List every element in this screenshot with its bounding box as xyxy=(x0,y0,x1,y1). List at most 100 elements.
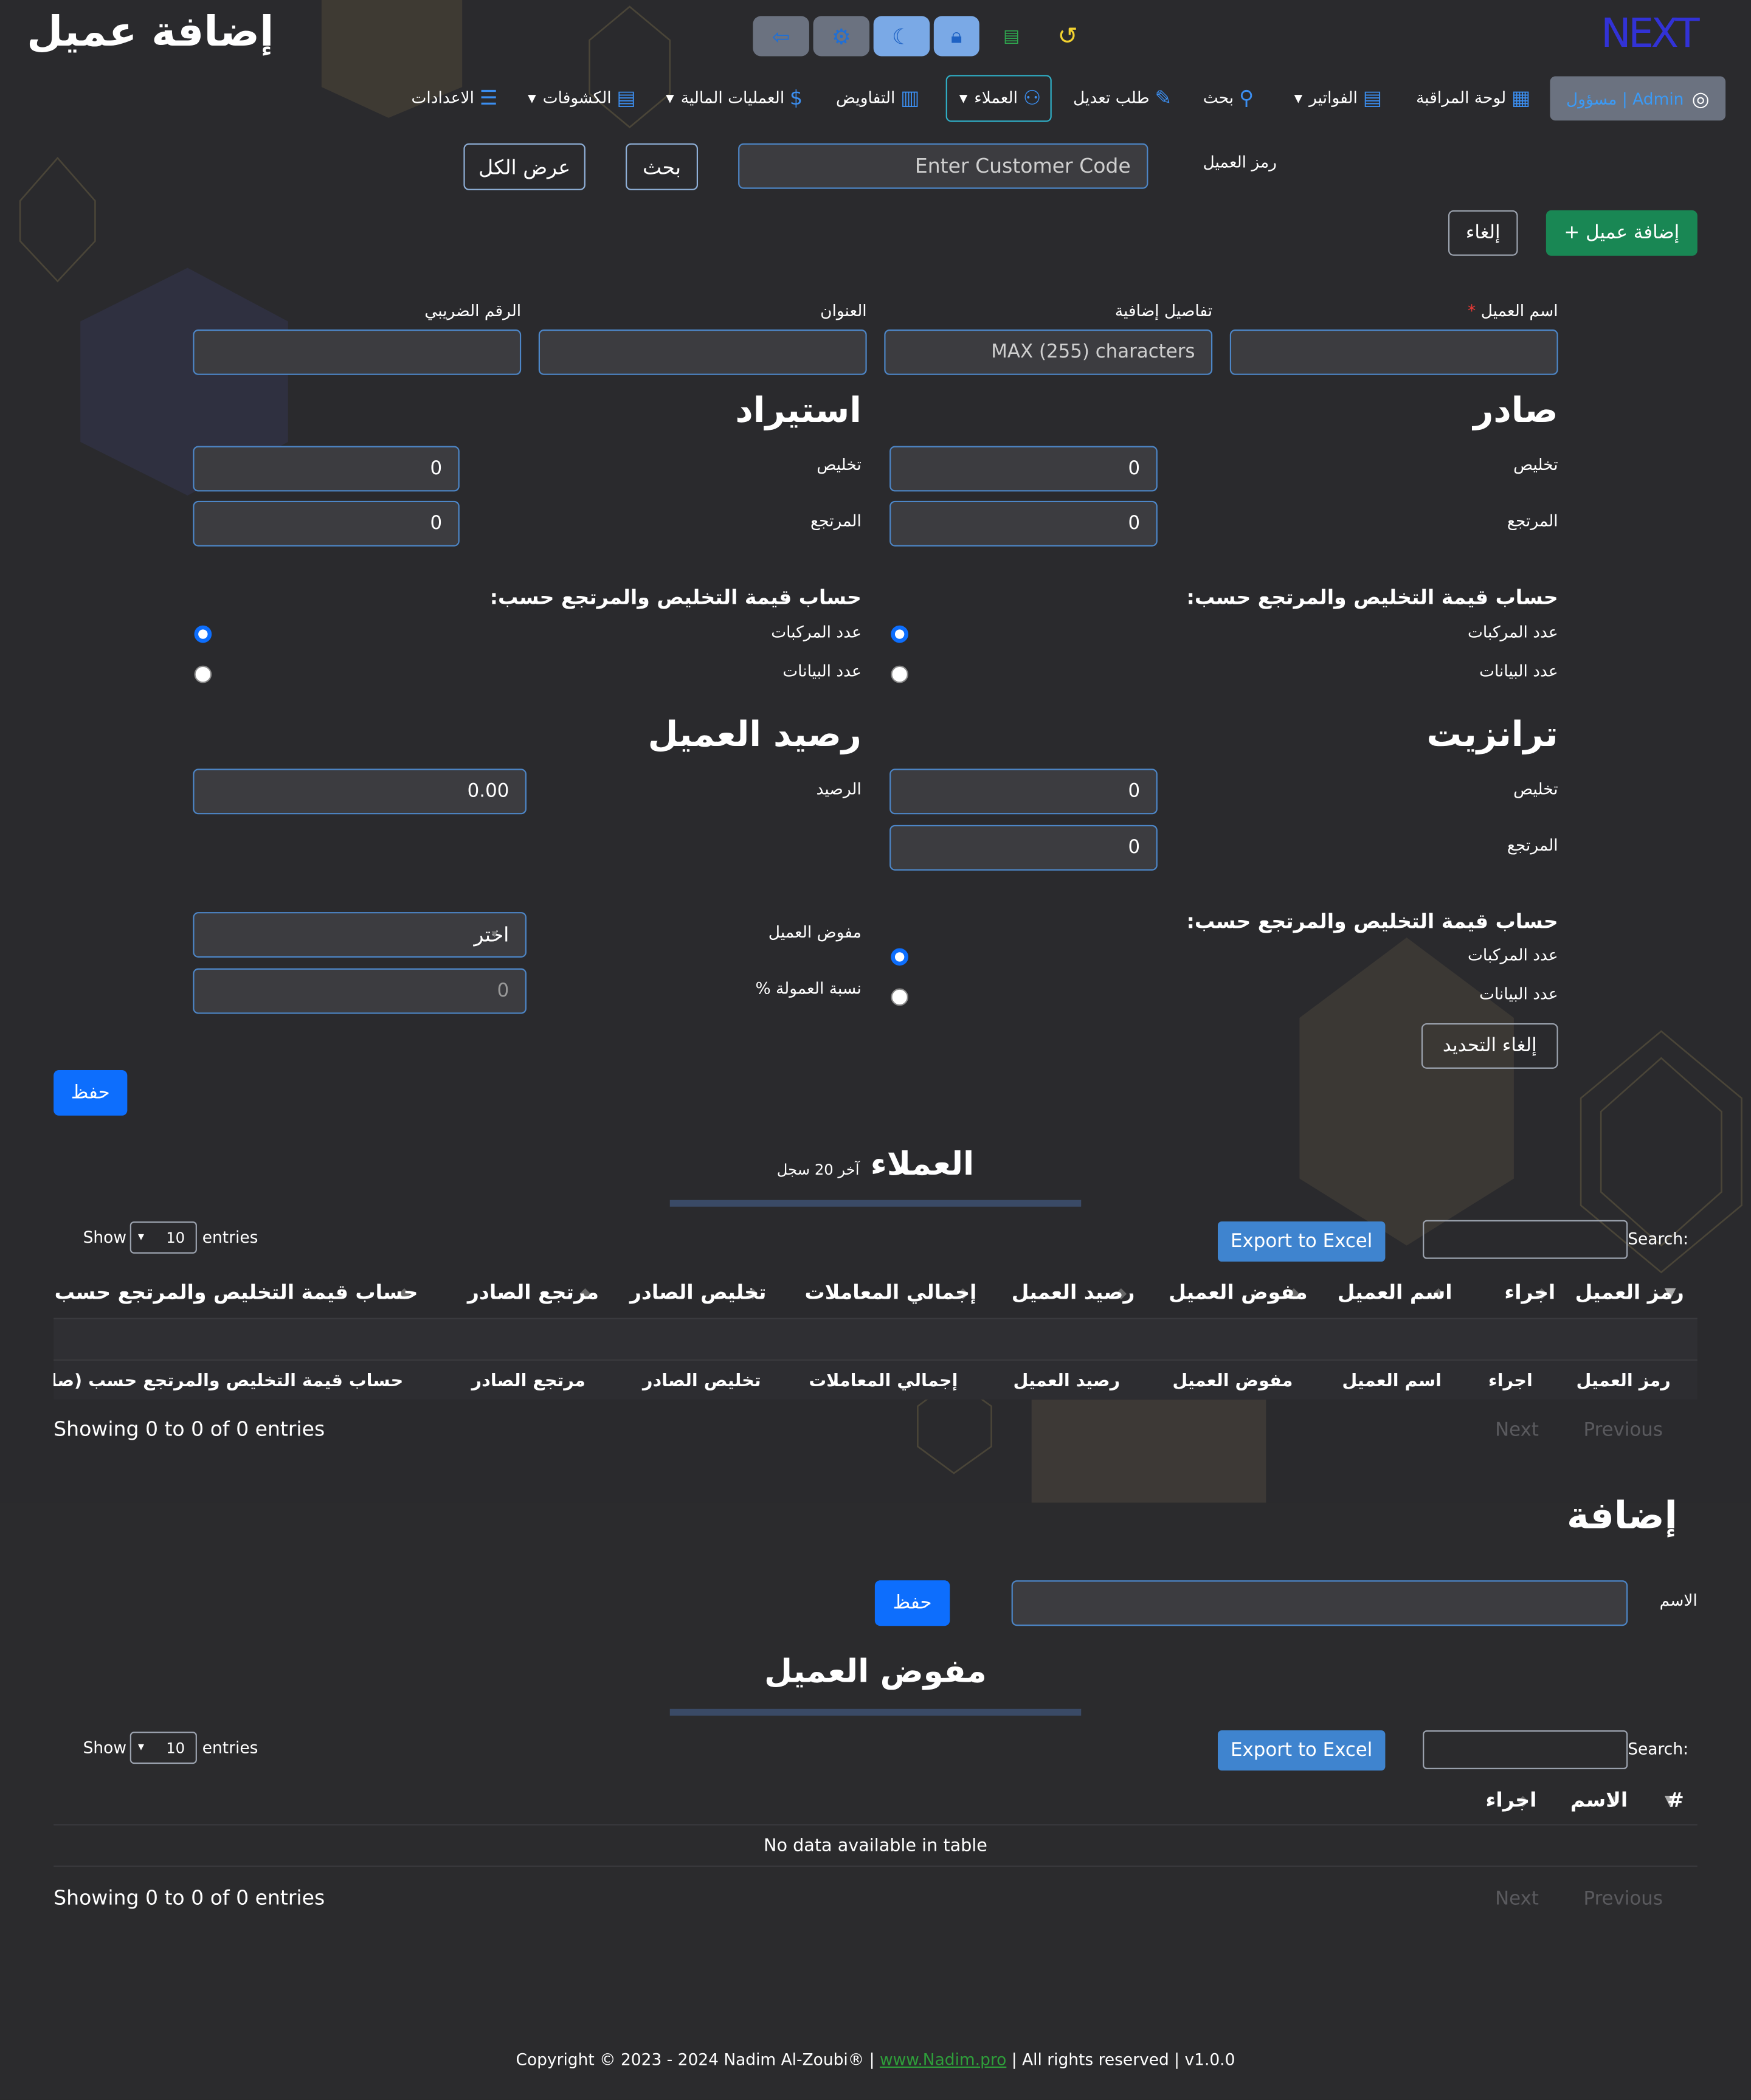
export-excel-button[interactable]: Export to Excel xyxy=(1217,1221,1386,1262)
add-customer-button[interactable]: + إضافة عميل xyxy=(1546,210,1697,256)
nav-label: الفواتير xyxy=(1309,88,1358,108)
table-info: Showing 0 to 0 of 0 entries xyxy=(54,1417,325,1442)
col-header-text: اجراء xyxy=(1485,1787,1537,1812)
search-button[interactable]: بحث xyxy=(626,143,699,190)
logout-icon[interactable]: ⇦ xyxy=(753,16,809,57)
next-button[interactable]: Next xyxy=(1495,1888,1539,1910)
commission-input[interactable]: 0 xyxy=(193,968,527,1014)
view-all-button[interactable]: عرض الكل xyxy=(463,143,585,190)
delegate-select[interactable]: اختر ▾ xyxy=(193,912,527,958)
import-by-vehicles-label: عدد المركبات xyxy=(771,623,862,642)
entries-label: entries xyxy=(202,1228,258,1247)
nav-item-customers[interactable]: ⚇ العملاء ▼ xyxy=(959,77,1041,119)
footer-col: رصيد العميل xyxy=(1013,1370,1121,1391)
lock-icon[interactable]: 🔒︎ xyxy=(933,16,979,57)
chevron-down-icon: ▾ xyxy=(137,1231,144,1245)
col-header-text: الاسم xyxy=(1570,1787,1628,1812)
export-by-declarations-label: عدد البيانات xyxy=(1479,661,1558,681)
details-input[interactable]: MAX (255) characters xyxy=(884,329,1213,375)
save-button[interactable]: حفظ xyxy=(54,1070,128,1116)
export-by-vehicles-radio[interactable] xyxy=(891,625,908,643)
entries-label: entries xyxy=(202,1738,258,1758)
export-clearance-input[interactable]: 0 xyxy=(889,446,1158,492)
import-by-declarations-radio[interactable] xyxy=(194,665,212,683)
footer-col: تخليص الصادر xyxy=(642,1370,761,1391)
empty-row xyxy=(54,1318,1697,1359)
col-header-text: حساب قيمة التخليص والمرتجع حسب (صادر) xyxy=(54,1280,418,1305)
col-header-text: تخليص الصادر xyxy=(629,1280,767,1305)
admin-user-menu[interactable]: ◎ Admin | مسؤول xyxy=(1550,76,1726,121)
nav-item-search[interactable]: ⚲ بحث xyxy=(1203,77,1254,119)
customers-table-header: ▼ رمز العميل ◆ اجراء ◆ اسم العميل ◆ مفوض الع… xyxy=(54,1267,1697,1318)
cancel-button[interactable]: إلغاء xyxy=(1448,210,1518,256)
footer-link[interactable]: www.Nadim.pro xyxy=(880,2050,1006,2069)
invoice-icon: ▤ xyxy=(1362,85,1382,110)
nav-item-dashboard[interactable]: ▦ لوحة المراقبة xyxy=(1416,77,1530,119)
tax-number-input[interactable] xyxy=(193,329,522,375)
csv-icon[interactable]: ▤ xyxy=(992,16,1032,56)
next-button[interactable]: Next xyxy=(1495,1420,1539,1441)
moon-icon[interactable]: ☾ xyxy=(873,16,930,57)
transit-return-input[interactable]: 0 xyxy=(889,824,1158,871)
translate-icon[interactable]: ⚙ xyxy=(813,16,870,57)
show-label: Show xyxy=(83,1228,126,1247)
nav-item-edit-request[interactable]: ✎ طلب تعديل xyxy=(1073,77,1172,119)
history-icon[interactable]: ↺ xyxy=(1048,16,1088,56)
balance-input[interactable]: 0.00 xyxy=(193,769,527,815)
address-label: العنوان xyxy=(820,301,867,320)
delegate-label: مفوض العميل xyxy=(768,922,862,942)
previous-button[interactable]: Previous xyxy=(1584,1420,1663,1441)
export-heading: صادر xyxy=(1473,391,1558,432)
delegate-name-input[interactable] xyxy=(1011,1580,1628,1626)
page-size-select[interactable]: ▾ 10 xyxy=(130,1732,197,1764)
nav-item-financial[interactable]: $ العمليات المالية ▼ xyxy=(666,77,803,119)
empty-table-message: No data available in table xyxy=(54,1824,1697,1867)
address-input[interactable] xyxy=(538,329,867,375)
transit-calc-label: حساب قيمة التخليص والمرتجع حسب: xyxy=(1186,909,1558,934)
col-header-text: رصيد العميل xyxy=(1011,1280,1135,1305)
nav-label: العمليات المالية xyxy=(680,88,785,108)
show-label: Show xyxy=(83,1738,126,1758)
page-title: إضافة عميل xyxy=(27,8,274,57)
table-search-input[interactable] xyxy=(1423,1730,1628,1769)
table-search-input[interactable] xyxy=(1423,1220,1628,1259)
page-size-select[interactable]: ▾ 10 xyxy=(130,1221,197,1254)
page-size-value: 10 xyxy=(166,1739,185,1756)
transit-by-declarations-radio[interactable] xyxy=(891,988,908,1006)
previous-button[interactable]: Previous xyxy=(1584,1888,1663,1910)
col-header-text: رمز العميل xyxy=(1575,1280,1684,1305)
customer-name-label: اسم العميل * xyxy=(1340,302,1558,320)
clear-selection-button[interactable]: إلغاء التحديد xyxy=(1421,1023,1558,1069)
col-header-text: # xyxy=(1667,1787,1684,1812)
table-info: Showing 0 to 0 of 0 entries xyxy=(54,1885,325,1910)
import-clearance-input[interactable]: 0 xyxy=(193,446,460,492)
import-by-vehicles-radio[interactable] xyxy=(194,625,212,643)
export-by-declarations-radio[interactable] xyxy=(891,665,908,683)
nav-item-invoices[interactable]: ▤ الفواتير ▼ xyxy=(1294,77,1382,119)
nav-item-settings[interactable]: ☰ الاعدادات xyxy=(411,77,497,119)
sliders-icon: ☰ xyxy=(479,85,498,110)
nav-label: بحث xyxy=(1203,88,1234,108)
customer-code-input[interactable]: Enter Customer Code xyxy=(738,143,1148,189)
footer-col: رمز العميل xyxy=(1576,1370,1671,1391)
transit-clearance-input[interactable]: 0 xyxy=(889,769,1158,815)
col-header-text: مرتجع الصادر xyxy=(467,1280,599,1305)
export-excel-button[interactable]: Export to Excel xyxy=(1217,1730,1386,1771)
search-label: Search: xyxy=(1628,1739,1689,1759)
customer-name-input[interactable] xyxy=(1229,329,1558,375)
nav-item-statements[interactable]: ▤ الكشوفات ▼ xyxy=(528,77,636,119)
chevron-down-icon: ▾ xyxy=(491,928,498,942)
transit-by-vehicles-radio[interactable] xyxy=(891,948,908,966)
required-mark: * xyxy=(1468,301,1476,320)
import-return-input[interactable]: 0 xyxy=(193,500,460,547)
footer-rights: | All rights reserved | v1.0.0 xyxy=(1011,2050,1235,2070)
export-return-input[interactable]: 0 xyxy=(889,500,1158,547)
footer-col: اسم العميل xyxy=(1342,1370,1442,1391)
customers-title-block: العملاء آخر 20 سجل xyxy=(670,1144,1081,1184)
delegate-save-button[interactable]: حفظ xyxy=(874,1580,950,1626)
import-heading: استيراد xyxy=(735,391,862,432)
customers-subtitle: آخر 20 سجل xyxy=(776,1161,860,1179)
footer-col: مفوض العميل xyxy=(1172,1370,1293,1391)
nav-item-delegations[interactable]: ▥ التفاويض xyxy=(836,77,919,119)
admin-label: Admin | مسؤول xyxy=(1566,89,1684,108)
